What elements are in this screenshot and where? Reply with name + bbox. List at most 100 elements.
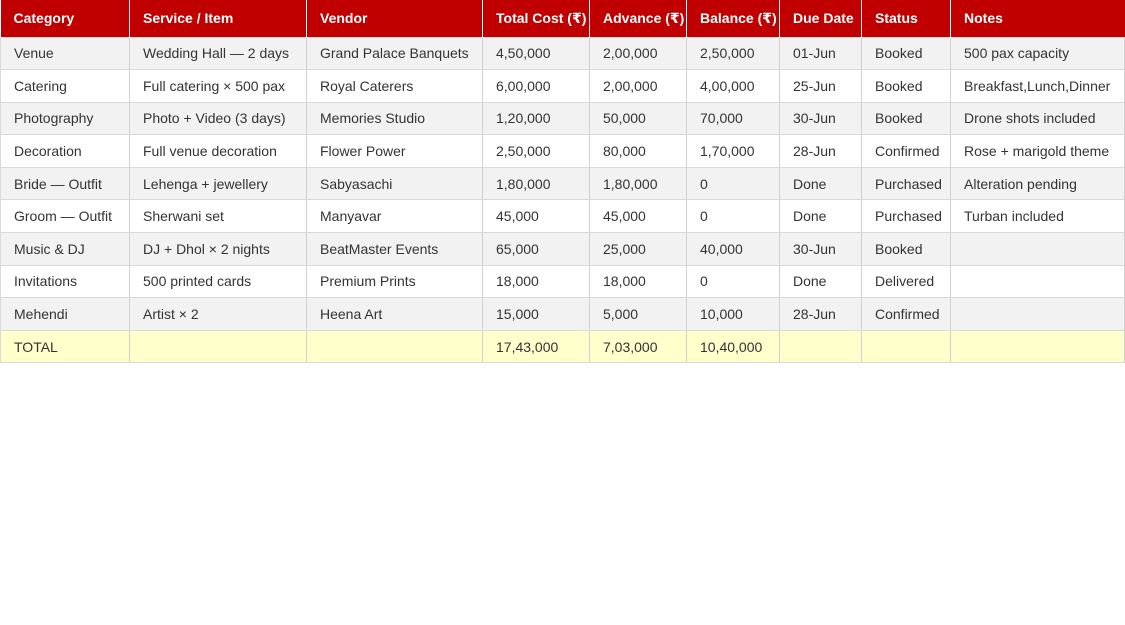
table-row: Photography Photo + Video (3 days) Memorie… bbox=[0, 101, 1125, 136]
cell-vendor[interactable]: BeatMaster Events bbox=[306, 232, 483, 266]
cell-balance[interactable]: 2,50,000 bbox=[686, 36, 780, 71]
cell-category[interactable]: TOTAL bbox=[0, 329, 130, 364]
cell-status[interactable]: Booked bbox=[861, 69, 951, 103]
cell-advance[interactable]: 50,000 bbox=[589, 101, 687, 136]
cell-advance[interactable]: 1,80,000 bbox=[589, 166, 687, 201]
cell-service[interactable]: Full venue decoration bbox=[129, 134, 307, 168]
cell-service[interactable]: Photo + Video (3 days) bbox=[129, 101, 307, 136]
cell-service[interactable] bbox=[129, 329, 307, 364]
cell-status[interactable]: Booked bbox=[861, 232, 951, 266]
cell-notes[interactable] bbox=[950, 264, 1125, 299]
column-header-category[interactable]: Category bbox=[0, 0, 130, 37]
cell-service[interactable]: Lehenga + jewellery bbox=[129, 166, 307, 201]
column-header-total-cost[interactable]: Total Cost (₹) bbox=[482, 0, 590, 37]
cell-advance[interactable]: 5,000 bbox=[589, 297, 687, 331]
cell-total-cost[interactable]: 65,000 bbox=[482, 232, 590, 266]
cell-total-cost[interactable]: 45,000 bbox=[482, 199, 590, 234]
cell-balance[interactable]: 70,000 bbox=[686, 101, 780, 136]
cell-notes[interactable]: Alteration pending bbox=[950, 166, 1125, 201]
cell-notes[interactable]: Drone shots included bbox=[950, 101, 1125, 136]
cell-notes[interactable]: Rose + marigold theme bbox=[950, 134, 1125, 168]
cell-vendor[interactable]: Grand Palace Banquets bbox=[306, 36, 483, 71]
column-header-service[interactable]: Service / Item bbox=[129, 0, 307, 37]
cell-total-cost[interactable]: 2,50,000 bbox=[482, 134, 590, 168]
cell-due-date[interactable]: 30-Jun bbox=[779, 232, 862, 266]
cell-due-date[interactable]: 25-Jun bbox=[779, 69, 862, 103]
cell-status[interactable]: Confirmed bbox=[861, 297, 951, 331]
cell-total-cost[interactable]: 1,80,000 bbox=[482, 166, 590, 201]
cell-notes[interactable] bbox=[950, 329, 1125, 364]
cell-status[interactable]: Booked bbox=[861, 101, 951, 136]
column-header-status[interactable]: Status bbox=[861, 0, 951, 37]
cell-status[interactable]: Booked bbox=[861, 36, 951, 71]
cell-notes[interactable] bbox=[950, 297, 1125, 331]
cell-vendor[interactable]: Premium Prints bbox=[306, 264, 483, 299]
cell-due-date[interactable]: Done bbox=[779, 264, 862, 299]
cell-status[interactable]: Purchased bbox=[861, 199, 951, 234]
cell-service[interactable]: Wedding Hall — 2 days bbox=[129, 36, 307, 71]
cell-notes[interactable]: Turban included bbox=[950, 199, 1125, 234]
cell-status[interactable]: Delivered bbox=[861, 264, 951, 299]
column-header-due-date[interactable]: Due Date bbox=[779, 0, 862, 37]
cell-balance[interactable]: 40,000 bbox=[686, 232, 780, 266]
cell-category[interactable]: Bride — Outfit bbox=[0, 166, 130, 201]
cell-service[interactable]: Sherwani set bbox=[129, 199, 307, 234]
cell-category[interactable]: Photography bbox=[0, 101, 130, 136]
cell-due-date[interactable]: 28-Jun bbox=[779, 134, 862, 168]
cell-vendor[interactable]: Memories Studio bbox=[306, 101, 483, 136]
cell-total-cost[interactable]: 4,50,000 bbox=[482, 36, 590, 71]
cell-advance[interactable]: 7,03,000 bbox=[589, 329, 687, 364]
cell-vendor[interactable]: Royal Caterers bbox=[306, 69, 483, 103]
cell-status[interactable]: Confirmed bbox=[861, 134, 951, 168]
cell-service[interactable]: Artist × 2 bbox=[129, 297, 307, 331]
cell-vendor[interactable]: Heena Art bbox=[306, 297, 483, 331]
cell-total-cost[interactable]: 18,000 bbox=[482, 264, 590, 299]
cell-service[interactable]: DJ + Dhol × 2 nights bbox=[129, 232, 307, 266]
cell-advance[interactable]: 2,00,000 bbox=[589, 69, 687, 103]
cell-due-date[interactable]: 30-Jun bbox=[779, 101, 862, 136]
cell-balance[interactable]: 10,40,000 bbox=[686, 329, 780, 364]
cell-balance[interactable]: 0 bbox=[686, 199, 780, 234]
cell-category[interactable]: Music & DJ bbox=[0, 232, 130, 266]
cell-service[interactable]: Full catering × 500 pax bbox=[129, 69, 307, 103]
cell-advance[interactable]: 80,000 bbox=[589, 134, 687, 168]
cell-category[interactable]: Venue bbox=[0, 36, 130, 71]
cell-due-date[interactable]: 01-Jun bbox=[779, 36, 862, 71]
cell-notes[interactable]: 500 pax capacity bbox=[950, 36, 1125, 71]
cell-total-cost[interactable]: 17,43,000 bbox=[482, 329, 590, 364]
column-header-notes[interactable]: Notes bbox=[950, 0, 1125, 37]
cell-balance[interactable]: 1,70,000 bbox=[686, 134, 780, 168]
cell-category[interactable]: Mehendi bbox=[0, 297, 130, 331]
cell-due-date[interactable]: 28-Jun bbox=[779, 297, 862, 331]
cell-total-cost[interactable]: 15,000 bbox=[482, 297, 590, 331]
column-header-advance[interactable]: Advance (₹) bbox=[589, 0, 687, 37]
cell-vendor[interactable]: Sabyasachi bbox=[306, 166, 483, 201]
cell-due-date[interactable]: Done bbox=[779, 199, 862, 234]
cell-total-cost[interactable]: 6,00,000 bbox=[482, 69, 590, 103]
cell-advance[interactable]: 25,000 bbox=[589, 232, 687, 266]
cell-vendor[interactable] bbox=[306, 329, 483, 364]
cell-category[interactable]: Decoration bbox=[0, 134, 130, 168]
cell-total-cost[interactable]: 1,20,000 bbox=[482, 101, 590, 136]
cell-service[interactable]: 500 printed cards bbox=[129, 264, 307, 299]
cell-category[interactable]: Groom — Outfit bbox=[0, 199, 130, 234]
cell-due-date[interactable]: Done bbox=[779, 166, 862, 201]
cell-advance[interactable]: 18,000 bbox=[589, 264, 687, 299]
cell-notes[interactable] bbox=[950, 232, 1125, 266]
cell-balance[interactable]: 4,00,000 bbox=[686, 69, 780, 103]
cell-category[interactable]: Catering bbox=[0, 69, 130, 103]
cell-vendor[interactable]: Flower Power bbox=[306, 134, 483, 168]
cell-due-date[interactable] bbox=[779, 329, 862, 364]
cell-advance[interactable]: 45,000 bbox=[589, 199, 687, 234]
cell-category[interactable]: Invitations bbox=[0, 264, 130, 299]
cell-status[interactable] bbox=[861, 329, 951, 364]
cell-status[interactable]: Purchased bbox=[861, 166, 951, 201]
cell-vendor[interactable]: Manyavar bbox=[306, 199, 483, 234]
cell-notes[interactable]: Breakfast,Lunch,Dinner bbox=[950, 69, 1125, 103]
cell-balance[interactable]: 0 bbox=[686, 264, 780, 299]
cell-advance[interactable]: 2,00,000 bbox=[589, 36, 687, 71]
cell-balance[interactable]: 10,000 bbox=[686, 297, 780, 331]
column-header-vendor[interactable]: Vendor bbox=[306, 0, 483, 37]
cell-balance[interactable]: 0 bbox=[686, 166, 780, 201]
column-header-balance[interactable]: Balance (₹) bbox=[686, 0, 780, 37]
